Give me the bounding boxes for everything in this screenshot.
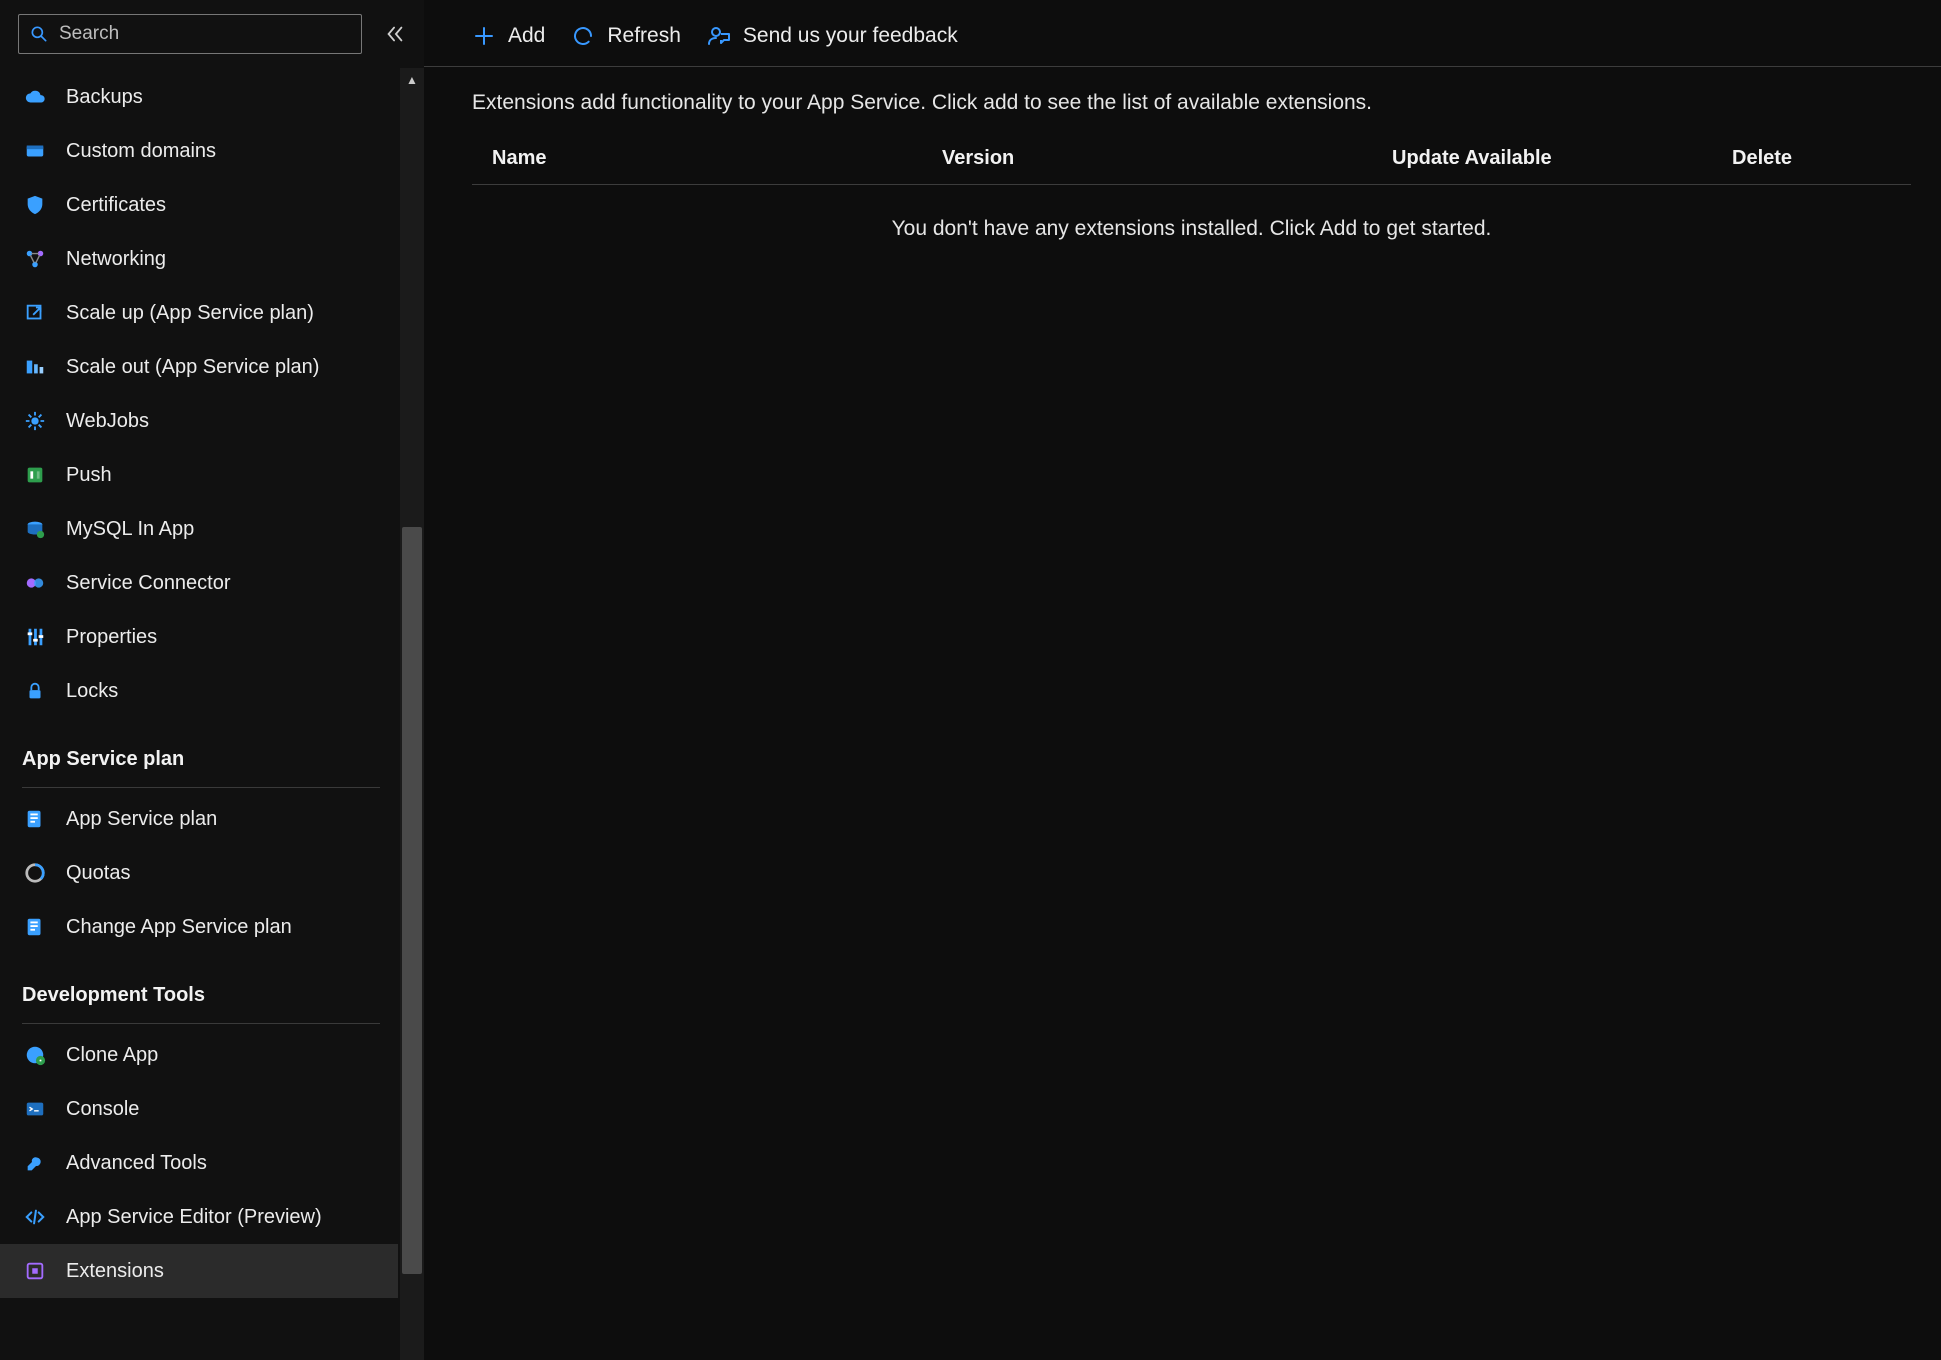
clone-icon	[22, 1042, 48, 1068]
sidebar-item-quotas[interactable]: Quotas	[0, 846, 398, 900]
sidebar-item-label: Advanced Tools	[66, 1152, 207, 1175]
sidebar-item-label: Custom domains	[66, 140, 216, 163]
sidebar-item-console[interactable]: Console	[0, 1082, 398, 1136]
sidebar-item-mysql-in-app[interactable]: MySQL In App	[0, 502, 398, 556]
sidebar-item-scale-up[interactable]: Scale up (App Service plan)	[0, 286, 398, 340]
main-panel: Add Refresh Send us your feedback Extens…	[424, 0, 1941, 1360]
add-button[interactable]: Add	[472, 24, 545, 48]
col-header-delete[interactable]: Delete	[1732, 147, 1891, 170]
sidebar-item-label: Quotas	[66, 862, 130, 885]
section-header: App Service plan	[0, 718, 398, 781]
refresh-icon	[571, 24, 595, 48]
sidebar-item-label: Scale out (App Service plan)	[66, 356, 319, 379]
sidebar-item-clone-app[interactable]: Clone App	[0, 1028, 398, 1082]
sidebar-item-locks[interactable]: Locks	[0, 664, 398, 718]
section-divider	[22, 787, 380, 788]
chevrons-left-icon	[384, 23, 406, 45]
add-label: Add	[508, 24, 545, 48]
push-icon	[22, 462, 48, 488]
scaleout-icon	[22, 354, 48, 380]
sidebar-item-label: Backups	[66, 86, 143, 109]
console-icon	[22, 1096, 48, 1122]
code-icon	[22, 1204, 48, 1230]
sidebar-item-app-service-editor[interactable]: App Service Editor (Preview)	[0, 1190, 398, 1244]
sidebar-item-label: App Service plan	[66, 808, 217, 831]
sidebar-item-change-app-service-plan[interactable]: Change App Service plan	[0, 900, 398, 954]
refresh-label: Refresh	[607, 24, 681, 48]
search-input[interactable]	[49, 23, 351, 45]
sidebar-item-push[interactable]: Push	[0, 448, 398, 502]
scaleup-icon	[22, 300, 48, 326]
col-header-update[interactable]: Update Available	[1392, 147, 1732, 170]
wrench-icon	[22, 1150, 48, 1176]
sidebar-item-advanced-tools[interactable]: Advanced Tools	[0, 1136, 398, 1190]
sidebar-item-label: MySQL In App	[66, 518, 194, 541]
sidebar: Backups Custom domains Certificates Network…	[0, 0, 424, 1360]
sidebar-item-label: Networking	[66, 248, 166, 271]
cloud-icon	[22, 84, 48, 110]
sidebar-item-service-connector[interactable]: Service Connector	[0, 556, 398, 610]
sidebar-item-properties[interactable]: Properties	[0, 610, 398, 664]
table-header-row: Name Version Update Available Delete	[472, 133, 1911, 185]
gear-icon	[22, 408, 48, 434]
sidebar-item-backups[interactable]: Backups	[0, 70, 398, 124]
scroll-up-arrow-icon[interactable]: ▲	[400, 68, 424, 92]
sidebar-item-label: App Service Editor (Preview)	[66, 1206, 322, 1229]
intro-text: Extensions add functionality to your App…	[424, 67, 1941, 125]
section-divider	[22, 1023, 380, 1024]
feedback-button[interactable]: Send us your feedback	[707, 24, 958, 48]
network-icon	[22, 246, 48, 272]
sidebar-item-label: Service Connector	[66, 572, 231, 595]
sidebar-scrollbar[interactable]: ▲ ▼	[400, 68, 424, 1360]
sidebar-item-label: Console	[66, 1098, 139, 1121]
plan-icon	[22, 914, 48, 940]
sidebar-item-label: Properties	[66, 626, 157, 649]
sidebar-item-webjobs[interactable]: WebJobs	[0, 394, 398, 448]
sidebar-item-label: Clone App	[66, 1044, 158, 1067]
connector-icon	[22, 570, 48, 596]
collapse-sidebar-button[interactable]	[380, 19, 410, 49]
quota-icon	[22, 860, 48, 886]
search-icon	[29, 24, 49, 44]
scroll-thumb[interactable]	[402, 527, 422, 1273]
toolbar: Add Refresh Send us your feedback	[424, 6, 1941, 67]
lock-icon	[22, 678, 48, 704]
domain-icon	[22, 138, 48, 164]
refresh-button[interactable]: Refresh	[571, 24, 681, 48]
properties-icon	[22, 624, 48, 650]
sidebar-item-custom-domains[interactable]: Custom domains	[0, 124, 398, 178]
extensions-table: Name Version Update Available Delete You…	[472, 133, 1911, 273]
feedback-icon	[707, 24, 731, 48]
sidebar-item-scale-out[interactable]: Scale out (App Service plan)	[0, 340, 398, 394]
shield-icon	[22, 192, 48, 218]
mysql-icon	[22, 516, 48, 542]
sidebar-item-networking[interactable]: Networking	[0, 232, 398, 286]
scroll-track[interactable]	[400, 92, 424, 1336]
sidebar-item-app-service-plan[interactable]: App Service plan	[0, 792, 398, 846]
plus-icon	[472, 24, 496, 48]
empty-state-text: You don't have any extensions installed.…	[472, 185, 1911, 273]
col-header-version[interactable]: Version	[942, 147, 1392, 170]
sidebar-item-label: Extensions	[66, 1260, 164, 1283]
sidebar-item-label: Locks	[66, 680, 118, 703]
sidebar-item-label: WebJobs	[66, 410, 149, 433]
sidebar-item-label: Push	[66, 464, 112, 487]
sidebar-item-extensions[interactable]: Extensions	[0, 1244, 398, 1298]
sidebar-item-certificates[interactable]: Certificates	[0, 178, 398, 232]
sidebar-item-label: Scale up (App Service plan)	[66, 302, 314, 325]
extension-icon	[22, 1258, 48, 1284]
col-header-name[interactable]: Name	[492, 147, 942, 170]
sidebar-item-label: Certificates	[66, 194, 166, 217]
section-header: Development Tools	[0, 954, 398, 1017]
feedback-label: Send us your feedback	[743, 24, 958, 48]
sidebar-item-label: Change App Service plan	[66, 916, 292, 939]
plan-icon	[22, 806, 48, 832]
search-box[interactable]	[18, 14, 362, 54]
